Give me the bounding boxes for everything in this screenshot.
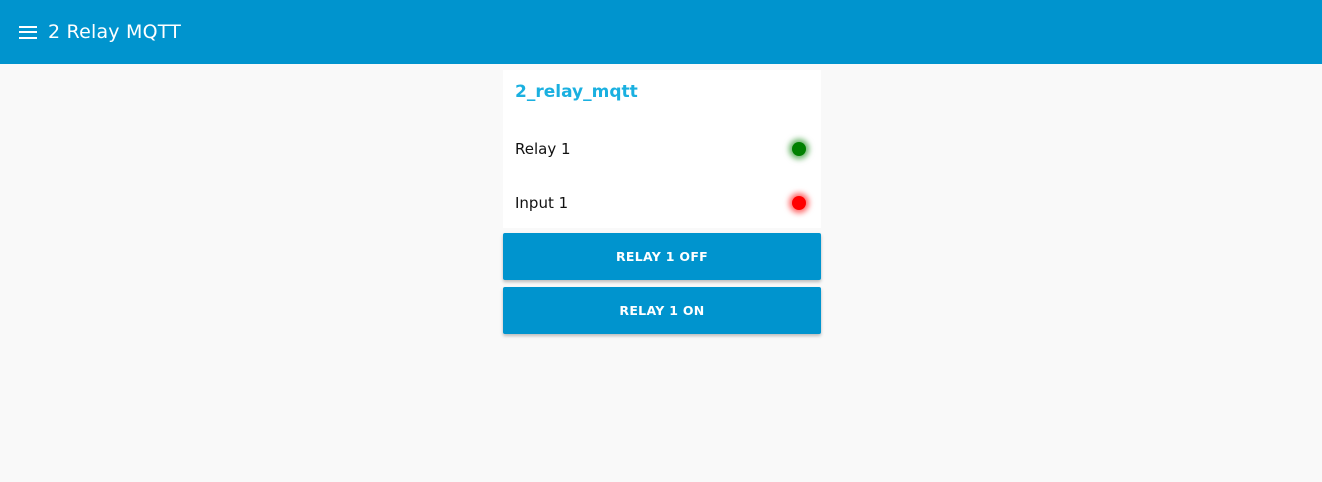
input-1-status-led-icon [792,196,806,210]
relay-1-row: Relay 1 [515,137,809,161]
dashboard-group-card: 2_relay_mqtt Relay 1 Input 1 [503,70,821,228]
app-title: 2 Relay MQTT [48,21,181,43]
input-1-label: Input 1 [515,194,569,212]
top-app-bar: 2 Relay MQTT [0,0,1322,64]
group-title: 2_relay_mqtt [515,82,638,102]
relay-1-status-led-icon [792,142,806,156]
hamburger-menu-icon[interactable] [19,25,37,39]
relay-1-off-button[interactable]: RELAY 1 OFF [503,233,821,280]
relay-1-on-button[interactable]: RELAY 1 ON [503,287,821,334]
input-1-row: Input 1 [515,191,809,215]
relay-1-label: Relay 1 [515,140,571,158]
